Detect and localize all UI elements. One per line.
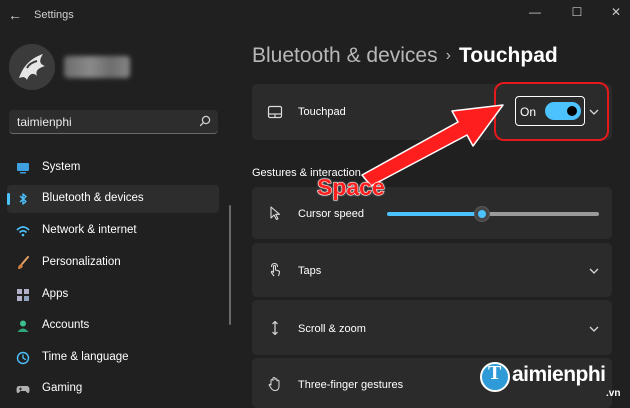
sidebar-item-apps[interactable]: Apps xyxy=(7,281,219,309)
watermark-logo: T aimienphi .vn xyxy=(480,360,625,404)
toggle-state-label: On xyxy=(520,105,537,119)
slider-thumb[interactable] xyxy=(474,206,490,222)
apps-icon xyxy=(17,289,29,301)
title-bar: ← Settings — ☐ ✕ xyxy=(0,0,630,32)
annotation-label: Space xyxy=(317,174,386,201)
maximize-icon[interactable]: ☐ xyxy=(565,2,589,22)
app-title: Settings xyxy=(34,9,74,21)
minimize-icon[interactable]: — xyxy=(523,2,547,22)
sidebar-item-label: Network & internet xyxy=(42,224,137,236)
toggle-knob xyxy=(567,106,577,116)
three-finger-gestures-label: Three-finger gestures xyxy=(298,379,404,391)
cursor-speed-label: Cursor speed xyxy=(298,208,365,220)
touchpad-icon xyxy=(267,105,283,119)
sidebar-item-bluetooth-devices[interactable]: Bluetooth & devices xyxy=(7,185,219,213)
brush-icon xyxy=(18,256,29,269)
sidebar-item-accounts[interactable]: Accounts xyxy=(7,312,219,340)
sidebar-item-label: Gaming xyxy=(42,382,83,394)
annotation-arrow-icon xyxy=(361,104,504,187)
search-input-value: taimienphi xyxy=(17,115,72,129)
cursor-speed-slider[interactable] xyxy=(387,206,599,222)
scroll-arrows-icon xyxy=(272,320,278,336)
touchpad-toggle[interactable] xyxy=(545,102,581,120)
sidebar-item-system[interactable]: System xyxy=(7,154,219,182)
back-arrow-icon[interactable]: ← xyxy=(6,6,24,24)
watermark-suffix: .vn xyxy=(606,388,621,399)
wifi-icon xyxy=(16,226,30,237)
bluetooth-icon xyxy=(19,193,27,205)
gamepad-icon xyxy=(16,386,30,394)
search-input[interactable]: taimienphi xyxy=(9,110,218,134)
tap-gesture-icon xyxy=(270,262,281,277)
cursor-arrow-icon xyxy=(270,206,281,221)
sidebar-item-personalization[interactable]: Personalization xyxy=(7,249,219,277)
sidebar-item-network-internet[interactable]: Network & internet xyxy=(7,217,219,245)
scroll-zoom-label: Scroll & zoom xyxy=(298,323,366,335)
touchpad-label: Touchpad xyxy=(298,106,346,118)
breadcrumb: Bluetooth & devices › Touchpad xyxy=(252,44,558,68)
avatar[interactable] xyxy=(9,44,55,90)
search-icon[interactable] xyxy=(198,114,212,128)
chevron-down-icon[interactable] xyxy=(588,323,600,335)
watermark-brand: aimienphi xyxy=(512,363,606,386)
monitor-icon xyxy=(17,163,29,174)
sidebar-scrollbar[interactable] xyxy=(229,205,231,325)
breadcrumb-separator-icon: › xyxy=(445,47,451,64)
sidebar-item-gaming[interactable]: Gaming xyxy=(7,375,219,403)
watermark-initial: T xyxy=(488,362,502,384)
taps-label: Taps xyxy=(298,265,322,277)
close-icon[interactable]: ✕ xyxy=(604,2,628,22)
sidebar-item-label: Accounts xyxy=(42,319,90,331)
sidebar-item-label: Bluetooth & devices xyxy=(42,192,144,204)
taps-card[interactable]: Taps xyxy=(252,243,612,297)
globe-clock-icon xyxy=(16,351,30,365)
person-icon xyxy=(17,320,29,332)
hand-icon xyxy=(268,377,280,391)
scroll-zoom-card[interactable]: Scroll & zoom xyxy=(252,300,612,355)
sidebar-item-time-language[interactable]: Time & language xyxy=(7,344,219,372)
fairy-tail-logo-icon xyxy=(9,44,55,90)
sidebar-item-label: Apps xyxy=(42,288,69,300)
sidebar-item-label: System xyxy=(42,161,81,173)
breadcrumb-parent[interactable]: Bluetooth & devices xyxy=(252,44,438,67)
page-title: Touchpad xyxy=(458,44,558,67)
slider-fill xyxy=(387,212,482,216)
slider-track-rest xyxy=(488,212,599,216)
blurred-user-name xyxy=(64,56,130,78)
sidebar-item-label: Time & language xyxy=(42,351,129,363)
sidebar-item-label: Personalization xyxy=(42,256,121,268)
chevron-down-icon[interactable] xyxy=(588,265,600,277)
